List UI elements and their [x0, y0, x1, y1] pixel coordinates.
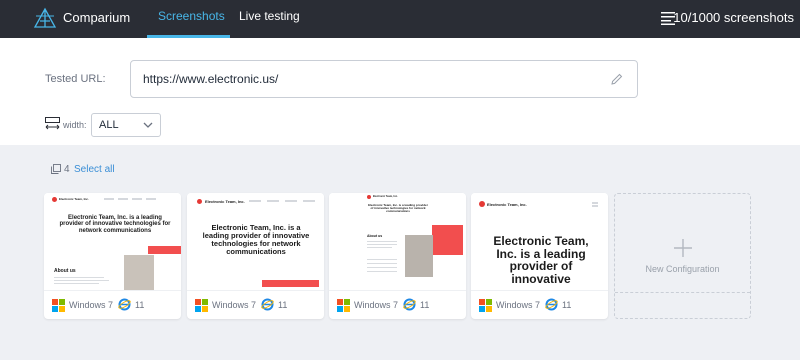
url-value: https://www.electronic.us/ [143, 72, 279, 86]
thumb-brand: Electronic Team, Inc. [487, 202, 527, 207]
thumb-heading: Electronic Team, Inc. is a leading provi… [493, 234, 589, 286]
os-label: Windows 7 [496, 300, 541, 310]
thumb-photo [405, 235, 433, 277]
width-select-value: ALL [99, 119, 119, 131]
thumb-nav [285, 200, 297, 202]
thumb-text-line [54, 277, 104, 278]
browser-version: 11 [278, 300, 288, 310]
thumb-brand: Electronic Team, Inc. [59, 197, 89, 201]
thumb-text-line [367, 244, 397, 245]
os-label: Windows 7 [354, 300, 399, 310]
new-configuration-label: New Configuration [645, 264, 720, 274]
thumb-nav [132, 198, 142, 200]
ie-icon [261, 298, 274, 311]
windows-icon [337, 299, 350, 312]
brand-logo-icon [197, 199, 202, 204]
selected-count: 4 [64, 164, 70, 175]
app-name[interactable]: Comparium [63, 10, 130, 25]
url-input[interactable]: https://www.electronic.us/ [130, 60, 638, 98]
screenshot-thumbnail: Electronic Team, Inc. Electronic Team, I… [187, 193, 324, 290]
thumb-red-block [262, 280, 319, 287]
thumb-brand: Electronic Team, Inc. [205, 199, 245, 204]
divider [615, 292, 750, 293]
brand-logo-icon [367, 195, 371, 199]
thumb-text-line [367, 241, 397, 242]
pencil-icon[interactable] [611, 73, 623, 85]
card-footer: Windows 7 11 [44, 290, 181, 319]
windows-icon [479, 299, 492, 312]
thumb-text-line [367, 247, 392, 248]
brand-logo-icon [479, 201, 485, 207]
thumb-photo [124, 255, 154, 290]
top-bar: Comparium Screenshots Live testing 10/10… [0, 0, 800, 38]
thumb-nav [104, 198, 114, 200]
ie-icon [118, 298, 131, 311]
thumb-text-line [367, 259, 397, 260]
width-label: width: [63, 120, 87, 130]
thumb-section-title: About us [367, 234, 383, 238]
tab-live-testing[interactable]: Live testing [239, 9, 300, 23]
copy-icon [51, 164, 61, 174]
thumb-section-title: About us [54, 268, 76, 274]
thumb-menu [592, 202, 598, 204]
thumb-text-line [367, 263, 397, 264]
ie-icon [545, 298, 558, 311]
thumb-nav [146, 198, 156, 200]
thumb-heading: Electronic Team, Inc. is a leading provi… [368, 203, 428, 214]
card-footer: Windows 7 11 [471, 290, 608, 319]
thumb-heading: Electronic Team, Inc. is a leading provi… [202, 223, 310, 256]
browser-version: 11 [420, 300, 430, 310]
thumb-nav [249, 200, 261, 202]
chevron-down-icon [143, 122, 153, 128]
screenshot-thumbnail: Electronic Team, Inc. Electronic Team, I… [44, 193, 181, 290]
comparium-logo-icon[interactable] [33, 7, 57, 29]
url-label: Tested URL: [45, 73, 106, 85]
width-select[interactable]: ALL [91, 113, 161, 137]
plus-icon [674, 239, 692, 257]
select-all-link[interactable]: Select all [74, 164, 115, 175]
browser-version: 11 [562, 300, 572, 310]
thumb-text-line [367, 271, 397, 272]
browser-version: 11 [135, 300, 145, 310]
os-label: Windows 7 [212, 300, 257, 310]
screenshot-card[interactable]: Electronic Team, Inc. Electronic Team, I… [329, 193, 466, 319]
os-label: Windows 7 [69, 300, 114, 310]
screenshot-counter: 10/1000 screenshots [673, 10, 794, 25]
thumb-heading: Electronic Team, Inc. is a leading provi… [59, 215, 171, 234]
thumb-red-block [432, 225, 463, 255]
brand-logo-icon [52, 197, 57, 202]
thumb-menu [592, 205, 598, 207]
thumb-text-line [54, 280, 109, 281]
screenshot-card[interactable]: Electronic Team, Inc. Electronic Team, I… [187, 193, 324, 319]
screenshot-thumbnail: Electronic Team, Inc. Electronic Team, I… [329, 193, 466, 290]
screenshot-card[interactable]: Electronic Team, Inc. Electronic Team, I… [471, 193, 608, 319]
new-configuration-button[interactable]: New Configuration [614, 193, 751, 319]
thumb-text-line [367, 267, 397, 268]
screenshot-card[interactable]: Electronic Team, Inc. Electronic Team, I… [44, 193, 181, 319]
ie-icon [403, 298, 416, 311]
thumb-nav [303, 200, 315, 202]
tab-screenshots[interactable]: Screenshots [158, 9, 225, 23]
url-section: Tested URL: https://www.electronic.us/ w… [0, 38, 800, 145]
thumb-text-line [54, 283, 99, 284]
card-footer: Windows 7 11 [187, 290, 324, 319]
card-footer: Windows 7 11 [329, 290, 466, 319]
width-icon [45, 117, 60, 130]
thumb-red-block [148, 246, 181, 254]
windows-icon [195, 299, 208, 312]
thumb-nav [118, 198, 128, 200]
screenshot-thumbnail: Electronic Team, Inc. Electronic Team, I… [471, 193, 608, 290]
thumb-brand: Electronic Team, Inc. [373, 195, 398, 198]
windows-icon [52, 299, 65, 312]
thumb-nav [267, 200, 279, 202]
